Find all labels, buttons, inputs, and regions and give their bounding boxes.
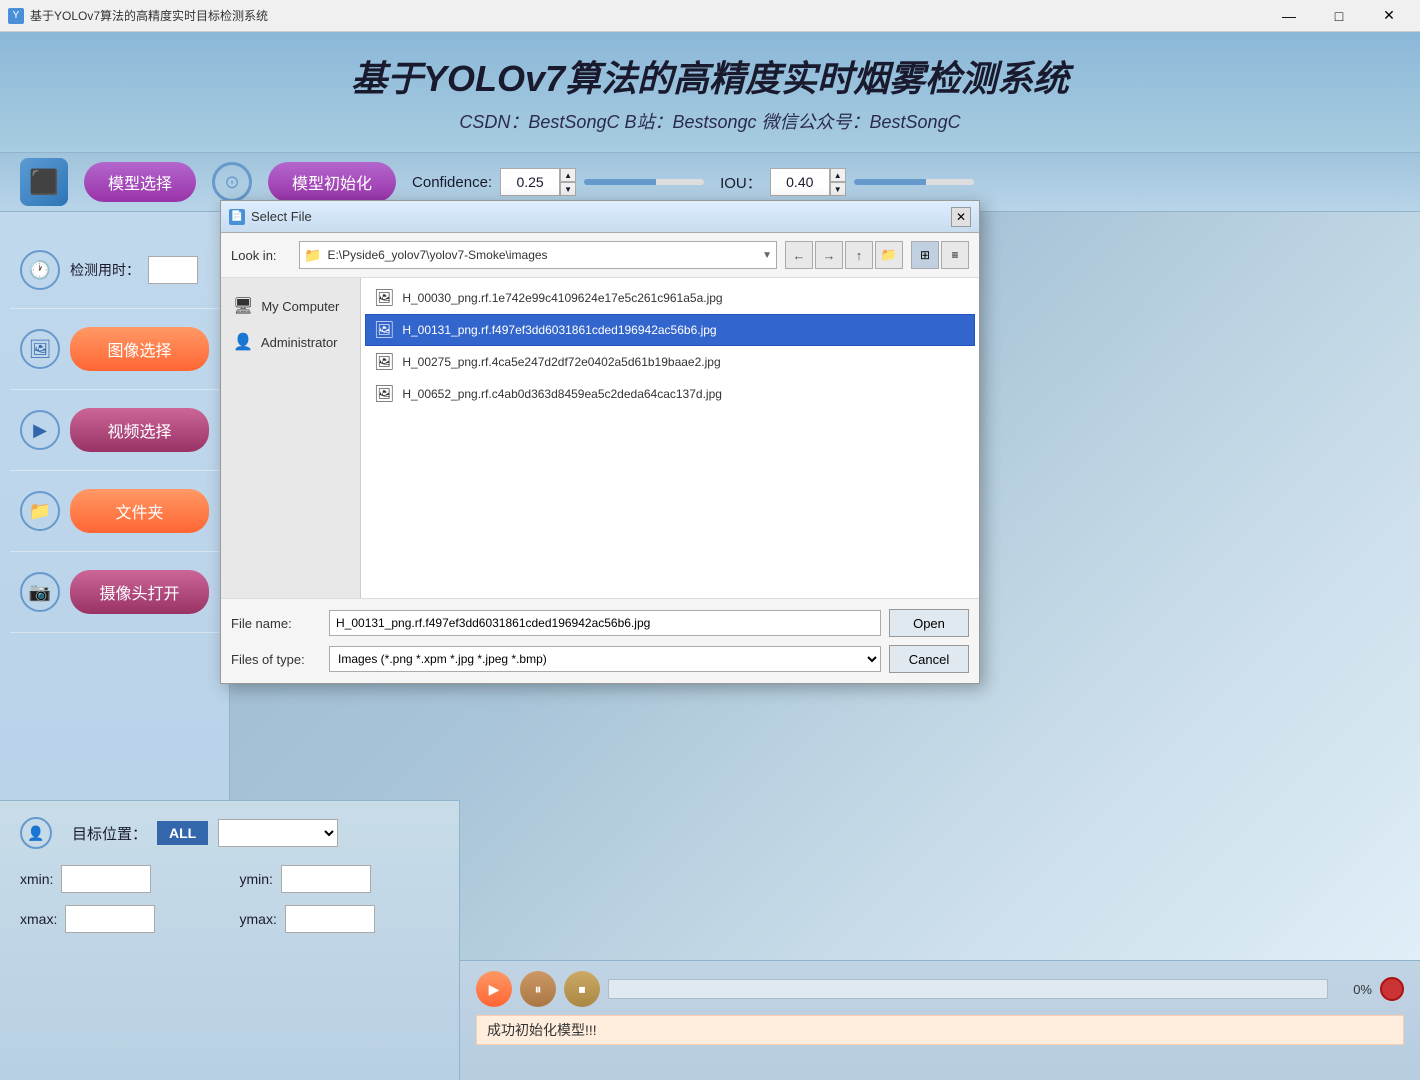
file-item-name-3: H_00652_png.rf.c4ab0d363d8459ea5c2deda64… [402, 387, 722, 401]
file-item[interactable]: 🖼 H_00030_png.rf.1e742e99c4109624e17e5c2… [365, 282, 975, 314]
look-in-dropdown[interactable]: 📁 E:\Pyside6_yolov7\yolov7-Smoke\images … [299, 241, 777, 269]
file-name-input[interactable] [329, 610, 881, 636]
file-list[interactable]: 🖼 H_00030_png.rf.1e742e99c4109624e17e5c2… [361, 278, 979, 598]
dialog-title: Select File [251, 209, 945, 224]
files-of-type-label: Files of type: [231, 652, 321, 667]
select-file-dialog: 📄 Select File ✕ Look in: 📁 E:\Pyside6_yo… [220, 200, 980, 684]
nav-forward-button[interactable]: → [815, 241, 843, 269]
sidebar-item-label-administrator: Administrator [261, 335, 338, 350]
files-of-type-row: Files of type: Images (*.png *.xpm *.jpg… [231, 645, 969, 673]
dialog-overlay: 📄 Select File ✕ Look in: 📁 E:\Pyside6_yo… [0, 0, 1420, 1080]
nav-new-folder-button[interactable]: 📁 [875, 241, 903, 269]
file-item-name: H_00030_png.rf.1e742e99c4109624e17e5c261… [402, 291, 722, 305]
file-item-3[interactable]: 🖼 H_00652_png.rf.c4ab0d363d8459ea5c2deda… [365, 378, 975, 410]
file-item-selected[interactable]: 🖼 H_00131_png.rf.f497ef3dd6031861cded196… [365, 314, 975, 346]
cancel-button[interactable]: Cancel [889, 645, 969, 673]
file-icon: 🖼 [374, 288, 394, 308]
sidebar-item-administrator[interactable]: 👤 Administrator [221, 324, 360, 360]
sidebar-item-my-computer[interactable]: 🖥 My Computer [221, 288, 360, 324]
folder-icon: 📁 [304, 247, 321, 264]
computer-icon: 🖥 [233, 296, 253, 316]
file-item-name-selected: H_00131_png.rf.f497ef3dd6031861cded19694… [402, 323, 716, 337]
file-icon: 🖼 [374, 320, 394, 340]
dialog-close-button[interactable]: ✕ [951, 207, 971, 227]
nav-buttons: ← → ↑ 📁 [785, 241, 903, 269]
dropdown-arrow: ▼ [762, 250, 772, 261]
file-icon: 🖼 [374, 352, 394, 372]
view-icon-button[interactable]: ⊞ [911, 241, 939, 269]
file-name-label: File name: [231, 616, 321, 631]
dialog-sidebar: 🖥 My Computer 👤 Administrator [221, 278, 361, 598]
files-of-type-select[interactable]: Images (*.png *.xpm *.jpg *.jpeg *.bmp) [329, 646, 881, 672]
sidebar-item-label-my-computer: My Computer [261, 299, 339, 314]
file-icon: 🖼 [374, 384, 394, 404]
file-item-2[interactable]: 🖼 H_00275_png.rf.4ca5e247d2df72e0402a5d6… [365, 346, 975, 378]
file-name-row: File name: Open [231, 609, 969, 637]
dialog-icon: 📄 [229, 209, 245, 225]
open-button[interactable]: Open [889, 609, 969, 637]
view-list-button[interactable]: ≡ [941, 241, 969, 269]
nav-back-button[interactable]: ← [785, 241, 813, 269]
look-in-label: Look in: [231, 248, 291, 263]
look-in-row: Look in: 📁 E:\Pyside6_yolov7\yolov7-Smok… [221, 233, 979, 278]
dialog-title-bar: 📄 Select File ✕ [221, 201, 979, 233]
look-in-path: E:\Pyside6_yolov7\yolov7-Smoke\images [327, 248, 756, 262]
nav-up-button[interactable]: ↑ [845, 241, 873, 269]
dialog-body: 🖥 My Computer 👤 Administrator 🖼 H_00030_… [221, 278, 979, 598]
view-buttons: ⊞ ≡ [911, 241, 969, 269]
user-icon: 👤 [233, 332, 253, 352]
dialog-footer: File name: Open Files of type: Images (*… [221, 598, 979, 683]
file-item-name-2: H_00275_png.rf.4ca5e247d2df72e0402a5d61b… [402, 355, 720, 369]
